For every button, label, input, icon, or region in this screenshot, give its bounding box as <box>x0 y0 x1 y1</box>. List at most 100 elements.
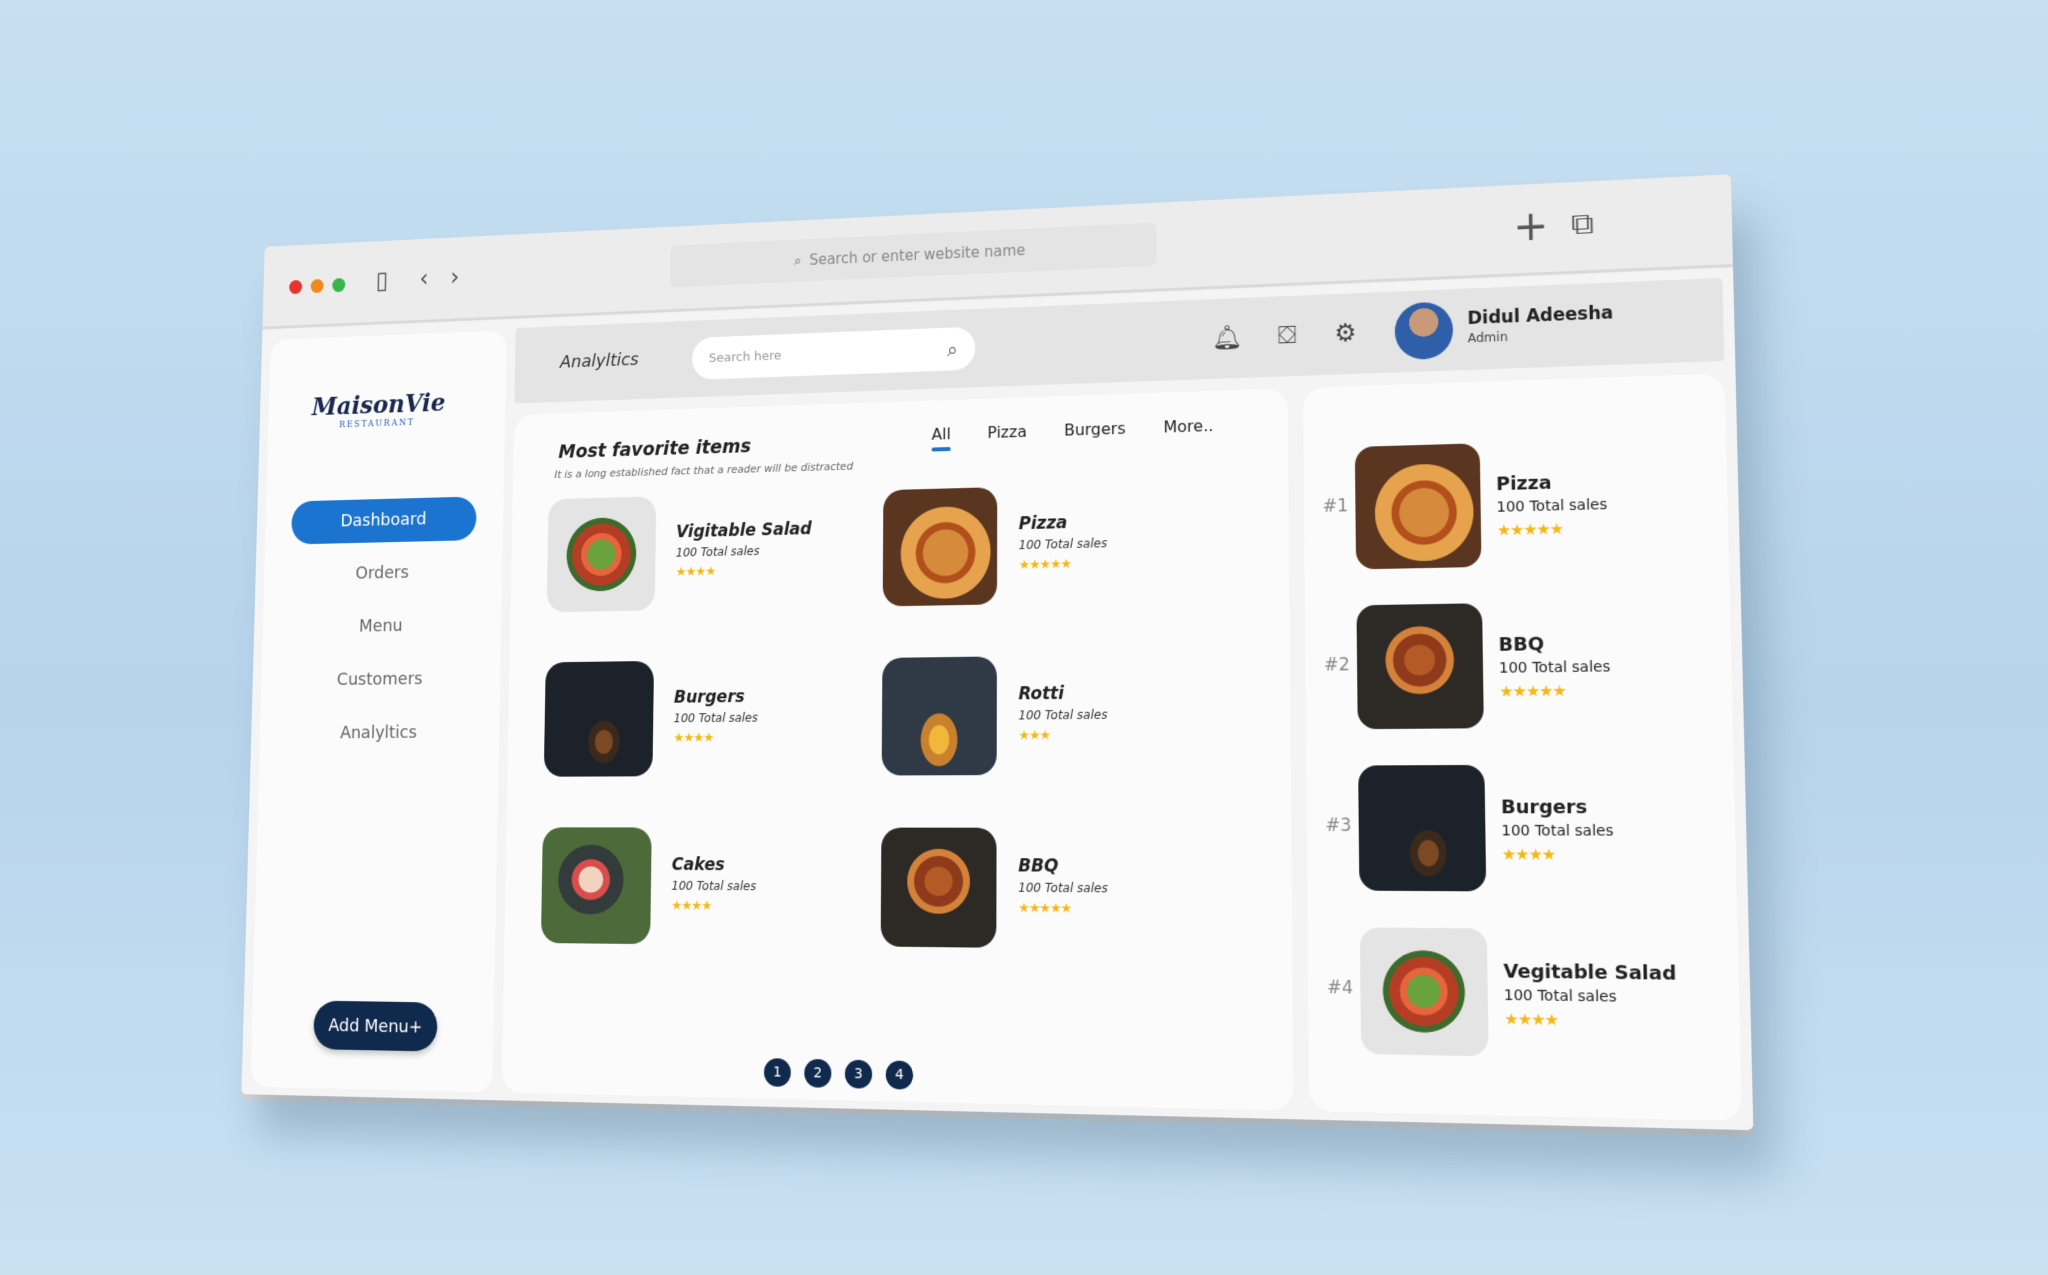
search-icon[interactable]: ⌕ <box>947 337 958 361</box>
food-card[interactable]: Burgers 100 Total sales ★★★★ <box>543 658 844 788</box>
food-card[interactable]: Cakes 100 Total sales ★★★★ <box>540 827 843 958</box>
page-button-3[interactable]: 3 <box>844 1059 873 1089</box>
star-rating: ★★★★ <box>1504 1009 1559 1030</box>
rank-number: #4 <box>1326 977 1354 999</box>
food-sales: 100 Total sales <box>1018 707 1108 723</box>
rank-name: Burgers <box>1500 796 1588 819</box>
star-rating: ★★★★ <box>675 564 716 580</box>
window-controls <box>289 277 346 295</box>
star-rating: ★★★★★ <box>1018 900 1072 917</box>
bell-icon[interactable]: 🔔︎ <box>1211 322 1242 353</box>
sidebar-item-dashboard[interactable]: Dashboard <box>291 496 477 545</box>
food-card[interactable]: Rotti 100 Total sales ★★★ <box>881 654 1199 788</box>
brand-logo: MaisonVie RESTAURANT <box>311 388 446 459</box>
category-tabs: All Pizza Burgers More.. <box>932 416 1214 444</box>
search-icon: ⌕ <box>793 251 802 270</box>
app-body: MaisonVie RESTAURANT Dashboard Orders Me… <box>241 269 1754 1131</box>
rank-image <box>1358 764 1487 892</box>
sidebar-item-customers[interactable]: Customers <box>287 657 474 703</box>
maximize-window-button[interactable] <box>332 277 346 293</box>
star-rating: ★★★★ <box>1501 844 1556 865</box>
pagination: 1 2 3 4 <box>763 1058 914 1090</box>
tabs-overview-icon[interactable]: ⧉ <box>1571 204 1594 246</box>
rank-image <box>1354 443 1482 570</box>
box-icon[interactable]: ⛋ <box>1272 319 1303 350</box>
close-window-button[interactable] <box>289 279 303 295</box>
rank-image <box>1356 603 1484 730</box>
rank-number: #2 <box>1323 654 1350 676</box>
tab-pizza[interactable]: Pizza <box>987 422 1026 442</box>
address-bar[interactable]: ⌕ Search or enter website name <box>670 222 1157 288</box>
page-title: Analyltics <box>559 349 639 373</box>
favorites-grid: Vigitable Salad 100 Total sales ★★★★ Piz… <box>540 481 1241 1005</box>
search-placeholder: Search here <box>708 348 782 366</box>
rank-name: Vegitable Salad <box>1503 960 1677 986</box>
sidebar-item-menu[interactable]: Menu <box>288 603 474 650</box>
food-sales: 100 Total sales <box>1018 536 1108 553</box>
rank-item[interactable]: #3 Burgers 100 Total sales ★★★★ <box>1306 764 1737 904</box>
logo-wordmark: MaisonVie <box>311 388 446 422</box>
food-image <box>540 827 652 945</box>
rank-image <box>1359 927 1489 1057</box>
food-sales: 100 Total sales <box>671 878 757 894</box>
star-rating: ★★★ <box>1018 728 1051 744</box>
favorites-panel: Most favorite items It is a long establi… <box>501 388 1294 1111</box>
rank-sales: 100 Total sales <box>1498 658 1611 677</box>
sidebar-toggle-icon[interactable]: ▯ <box>375 267 388 295</box>
address-placeholder: Search or enter website name <box>809 241 1026 269</box>
new-tab-icon[interactable]: + <box>1513 203 1549 251</box>
food-image <box>881 656 997 776</box>
minimize-window-button[interactable] <box>310 278 324 294</box>
section-subtitle: It is a long established fact that a rea… <box>554 459 854 481</box>
rank-number: #1 <box>1322 495 1349 518</box>
food-card[interactable]: BBQ 100 Total sales ★★★★★ <box>880 827 1200 963</box>
star-rating: ★★★★ <box>671 898 712 914</box>
search-input[interactable]: Search here ⌕ <box>691 326 976 380</box>
rank-number: #3 <box>1325 815 1352 837</box>
forward-icon[interactable]: › <box>450 263 460 291</box>
rank-sales: 100 Total sales <box>1496 496 1608 516</box>
food-name: Pizza <box>1018 513 1068 535</box>
star-rating: ★★★★★ <box>1499 681 1566 701</box>
rank-sales: 100 Total sales <box>1503 987 1617 1006</box>
browser-window: ▯ ‹ › ⌕ Search or enter website name + ⧉… <box>241 174 1754 1131</box>
rank-item[interactable]: #2 BBQ 100 Total sales ★★★★★ <box>1305 599 1733 740</box>
page-button-2[interactable]: 2 <box>804 1058 832 1088</box>
rank-sales: 100 Total sales <box>1501 822 1614 840</box>
user-role: Admin <box>1467 329 1508 346</box>
sidebar-nav: Dashboard Orders Menu Customers Analylti… <box>259 496 504 764</box>
food-card[interactable]: Pizza 100 Total sales ★★★★★ <box>882 482 1198 619</box>
tab-all[interactable]: All <box>932 424 951 443</box>
avatar[interactable] <box>1394 301 1454 361</box>
food-row: Vigitable Salad 100 Total sales ★★★★ Piz… <box>546 481 1239 663</box>
star-rating: ★★★★ <box>673 730 714 746</box>
food-name: Rotti <box>1018 683 1064 705</box>
add-menu-button[interactable]: Add Menu+ <box>313 1000 438 1052</box>
page-button-4[interactable]: 4 <box>885 1060 914 1090</box>
food-image <box>880 827 997 948</box>
rank-name: BBQ <box>1498 633 1545 657</box>
star-rating: ★★★★★ <box>1018 557 1072 574</box>
tab-burgers[interactable]: Burgers <box>1064 419 1126 440</box>
food-sales: 100 Total sales <box>1018 880 1108 896</box>
rank-item[interactable]: #4 Vegitable Salad 100 Total sales ★★★★ <box>1308 927 1741 1072</box>
food-sales: 100 Total sales <box>673 710 758 726</box>
ranking-panel: #1 Pizza 100 Total sales ★★★★★ #2 BBQ 10… <box>1302 373 1742 1122</box>
page-button-1[interactable]: 1 <box>763 1058 791 1087</box>
tab-more[interactable]: More.. <box>1163 416 1213 437</box>
food-name: BBQ <box>1018 856 1059 877</box>
rank-name: Pizza <box>1495 472 1552 496</box>
sidebar-item-orders[interactable]: Orders <box>290 550 476 597</box>
section-title: Most favorite items <box>558 435 752 463</box>
food-row: Cakes 100 Total sales ★★★★ BBQ 100 Total… <box>540 827 1241 1004</box>
star-rating: ★★★★★ <box>1496 519 1564 540</box>
food-image <box>882 487 998 607</box>
food-image <box>546 496 657 613</box>
sidebar-item-analytics[interactable]: Analyltics <box>285 710 472 755</box>
food-image <box>543 660 655 777</box>
gear-icon[interactable]: ⚙ <box>1330 317 1361 348</box>
food-card[interactable]: Vigitable Salad 100 Total sales ★★★★ <box>546 491 845 624</box>
food-name: Burgers <box>673 687 745 708</box>
back-icon[interactable]: ‹ <box>419 265 429 293</box>
rank-item[interactable]: #1 Pizza 100 Total sales ★★★★★ <box>1303 436 1729 581</box>
